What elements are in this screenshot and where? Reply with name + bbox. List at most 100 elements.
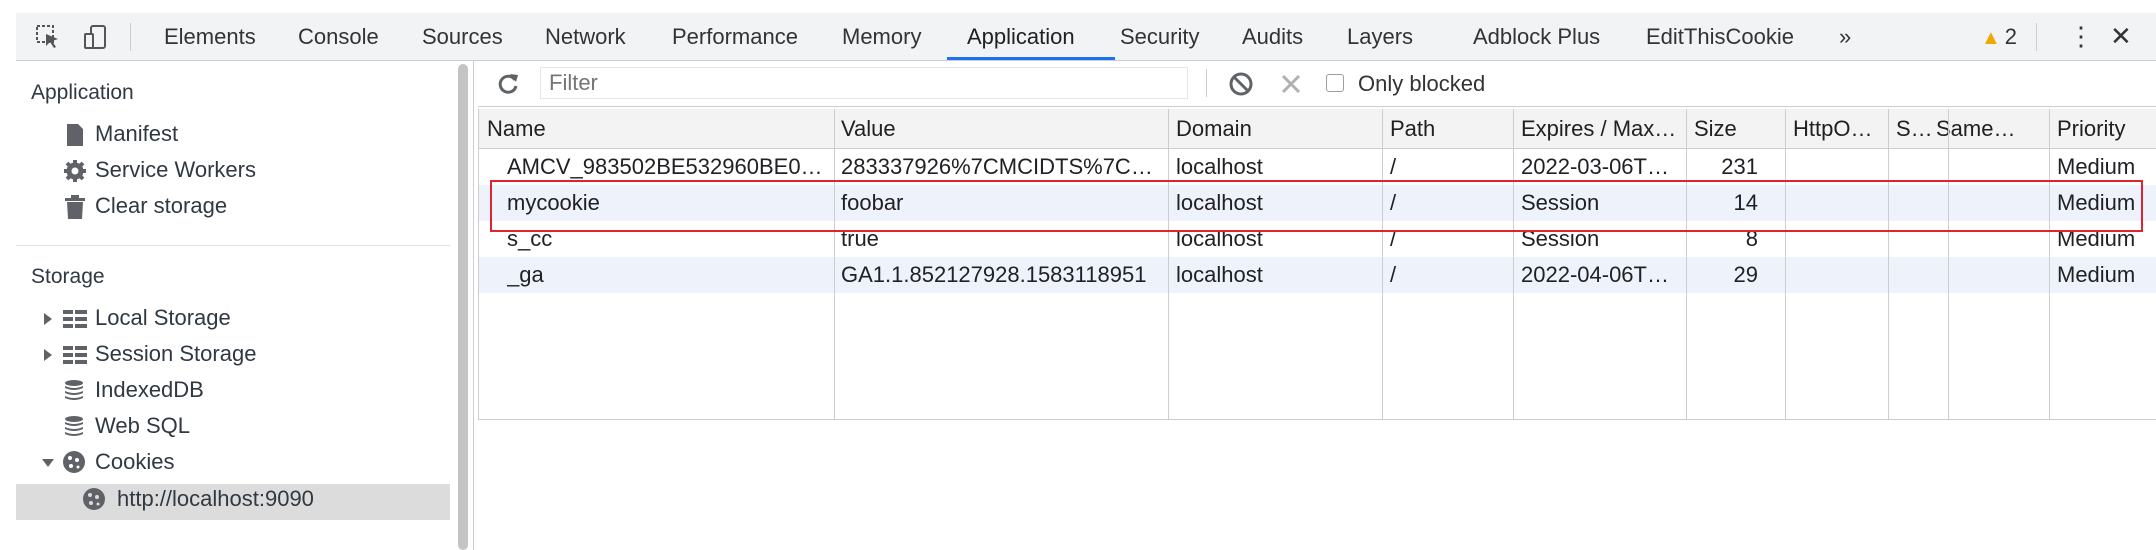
tabbar-divider xyxy=(2036,23,2037,51)
grid-table-icon xyxy=(63,346,87,364)
table-row[interactable]: mycookie foobar localhost / Session 14 M… xyxy=(479,185,2156,221)
column-header-domain[interactable]: Domain xyxy=(1176,109,1376,149)
column-header-path[interactable]: Path xyxy=(1390,109,1510,149)
sidebar-item-label: IndexedDB xyxy=(95,377,204,402)
column-divider[interactable] xyxy=(1686,109,1687,419)
more-tabs-button[interactable]: » xyxy=(1839,13,1851,60)
database-icon xyxy=(65,380,83,400)
column-header-value[interactable]: Value xyxy=(841,109,1161,149)
column-header-httponly[interactable]: HttpO… xyxy=(1793,109,1883,149)
sidebar-item-web-sql[interactable]: Web SQL xyxy=(42,413,190,439)
tab-console[interactable]: Console xyxy=(298,13,379,60)
collapse-arrow-icon[interactable] xyxy=(42,457,54,469)
cookie-preview-pane xyxy=(478,420,2156,550)
sidebar-scrollbar[interactable] xyxy=(458,64,468,550)
cookie-expires: Session xyxy=(1521,190,1600,215)
settings-menu-button[interactable]: ⋮ xyxy=(2068,13,2094,60)
column-divider[interactable] xyxy=(1513,109,1514,419)
sidebar-item-cookies[interactable]: Cookies xyxy=(42,449,174,475)
cookie-name: s_cc xyxy=(507,226,553,251)
column-header-priority[interactable]: Priority xyxy=(2057,109,2156,149)
tab-audits[interactable]: Audits xyxy=(1242,13,1303,60)
sidebar-item-label: http://localhost:9090 xyxy=(117,486,314,511)
tab-application[interactable]: Application xyxy=(967,13,1075,60)
cookie-value: 283337926%7CMCIDTS%7C… xyxy=(841,154,1153,179)
tab-performance[interactable]: Performance xyxy=(672,13,798,60)
cookie-domain: localhost xyxy=(1176,190,1263,215)
sidebar-item-clear-storage[interactable]: Clear storage xyxy=(61,193,227,219)
trash-icon xyxy=(65,195,85,219)
column-header-name[interactable]: Name xyxy=(487,109,827,149)
tab-adblock-plus[interactable]: Adblock Plus xyxy=(1473,13,1600,60)
tab-memory[interactable]: Memory xyxy=(842,13,921,60)
column-divider[interactable] xyxy=(1948,109,1949,419)
sidebar-item-indexeddb[interactable]: IndexedDB xyxy=(42,377,204,403)
sidebar-item-label: Session Storage xyxy=(95,341,257,366)
column-header-expires[interactable]: Expires / Max… xyxy=(1521,109,1693,149)
cookie-expires: Session xyxy=(1521,226,1600,251)
sidebar-item-label: Clear storage xyxy=(95,193,228,218)
table-row[interactable]: _ga GA1.1.852127928.1583118951 localhost… xyxy=(479,257,2156,293)
table-row[interactable]: AMCV_983502BE532960BE0… 283337926%7CMCID… xyxy=(479,149,2156,185)
filter-input[interactable] xyxy=(540,67,1188,99)
document-icon xyxy=(67,124,83,146)
column-divider[interactable] xyxy=(1382,109,1383,419)
column-divider[interactable] xyxy=(2049,109,2050,419)
expand-arrow-icon[interactable] xyxy=(42,313,54,325)
active-tab-indicator xyxy=(947,57,1115,60)
tab-sources[interactable]: Sources xyxy=(422,13,503,60)
inspect-element-icon[interactable] xyxy=(34,23,62,51)
tab-layers[interactable]: Layers xyxy=(1347,13,1413,60)
cookie-icon xyxy=(63,451,85,473)
sidebar-item-label: Service Workers xyxy=(95,157,256,182)
warnings-counter[interactable]: ▲ 2 xyxy=(1981,13,2017,60)
sidebar-item-session-storage[interactable]: Session Storage xyxy=(42,341,256,367)
cookie-path: / xyxy=(1390,262,1397,287)
warning-count: 2 xyxy=(2004,24,2018,49)
only-blocked-checkbox[interactable] xyxy=(1326,74,1344,92)
sidebar-item-manifest[interactable]: Manifest xyxy=(61,121,178,147)
sidebar-section-application: Application xyxy=(31,81,134,104)
cookie-path: / xyxy=(1390,226,1397,251)
cookies-table: Name Value Domain Path Expires / Max… Si… xyxy=(478,109,2156,420)
tab-network[interactable]: Network xyxy=(545,13,626,60)
sidebar-section-storage: Storage xyxy=(31,265,105,288)
column-divider[interactable] xyxy=(1888,109,1889,419)
toolbar-divider xyxy=(1206,69,1207,97)
clear-all-icon[interactable] xyxy=(1228,71,1254,97)
delete-selected-icon[interactable] xyxy=(1280,73,1302,95)
refresh-icon[interactable] xyxy=(496,72,520,96)
cookie-priority: Medium xyxy=(2057,262,2136,287)
sidebar-item-label: Web SQL xyxy=(95,413,190,438)
tab-security[interactable]: Security xyxy=(1120,13,1199,60)
gear-icon xyxy=(64,160,86,182)
sidebar-item-service-workers[interactable]: Service Workers xyxy=(61,157,256,183)
column-divider[interactable] xyxy=(1168,109,1169,419)
cookies-toolbar: Only blocked xyxy=(478,61,2156,107)
application-sidebar: Application Manifest Service Workers Cle… xyxy=(16,61,450,550)
table-header: Name Value Domain Path Expires / Max… Si… xyxy=(479,109,2156,149)
column-divider[interactable] xyxy=(1785,109,1786,419)
cookie-size: 29 xyxy=(1733,262,1758,287)
column-header-size[interactable]: Size xyxy=(1694,109,1774,149)
devtools-tabbar: Elements Console Sources Network Perform… xyxy=(16,13,2156,61)
table-row[interactable]: s_cc true localhost / Session 8 Medium xyxy=(479,221,2156,257)
cookie-name: _ga xyxy=(507,262,544,287)
expand-arrow-icon[interactable] xyxy=(42,349,54,361)
sidebar-item-label: Cookies xyxy=(95,449,175,474)
column-divider[interactable] xyxy=(834,109,835,419)
tab-editthiscookie[interactable]: EditThisCookie xyxy=(1646,13,1794,60)
cookie-expires: 2022-04-06T… xyxy=(1521,262,1669,287)
cookie-priority: Medium xyxy=(2057,190,2136,215)
warning-icon: ▲ xyxy=(1981,27,2001,49)
cookie-value: true xyxy=(841,226,879,251)
cookie-domain: localhost xyxy=(1176,226,1263,251)
close-devtools-button[interactable]: ✕ xyxy=(2110,13,2132,60)
sidebar-divider xyxy=(16,245,450,246)
cookie-path: / xyxy=(1390,154,1397,179)
device-toolbar-icon[interactable] xyxy=(82,23,110,51)
sidebar-item-cookie-origin[interactable]: http://localhost:9090 xyxy=(82,486,314,512)
tab-elements[interactable]: Elements xyxy=(164,13,256,60)
cookie-domain: localhost xyxy=(1176,154,1263,179)
sidebar-item-local-storage[interactable]: Local Storage xyxy=(42,305,231,331)
